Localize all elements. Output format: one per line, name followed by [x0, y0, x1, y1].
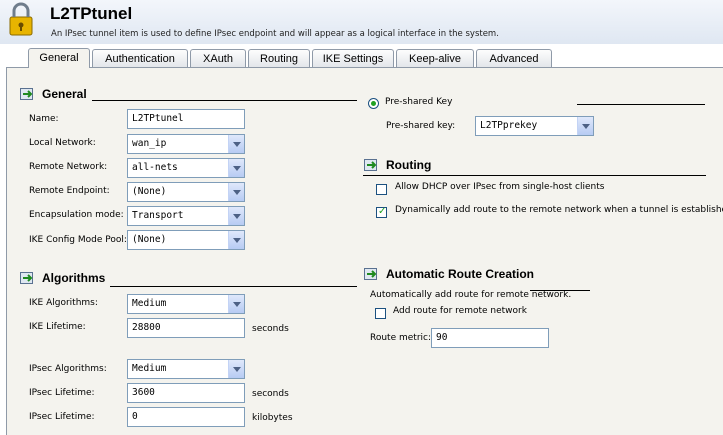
- ipsec-lifetime-kb-unit: kilobytes: [252, 413, 293, 423]
- section-divider: [110, 286, 357, 287]
- chevron-down-icon[interactable]: [228, 231, 244, 249]
- remote-endpoint-label: Remote Endpoint:: [29, 186, 110, 196]
- chevron-down-icon[interactable]: [577, 117, 593, 135]
- allow-dhcp-checkbox[interactable]: [376, 184, 387, 195]
- ike-lifetime-label: IKE Lifetime:: [29, 322, 86, 332]
- remote-endpoint-select[interactable]: (None): [127, 182, 245, 202]
- remote-endpoint-value: (None): [132, 186, 167, 197]
- ipsec-lifetime-unit: seconds: [252, 389, 289, 399]
- chevron-down-icon[interactable]: [228, 159, 244, 177]
- section-divider: [363, 175, 706, 176]
- pre-shared-key-select[interactable]: L2TPprekey: [475, 116, 594, 136]
- chevron-down-icon[interactable]: [228, 360, 244, 378]
- chevron-down-icon[interactable]: [228, 207, 244, 225]
- encapsulation-label: Encapsulation mode:: [29, 210, 124, 220]
- dynamic-route-checkbox[interactable]: ✓: [376, 206, 387, 218]
- ipsec-tunnel-icon: [9, 2, 33, 36]
- remote-network-value: all-nets: [132, 162, 178, 173]
- dynamic-route-label: Dynamically add route to the remote netw…: [395, 205, 723, 215]
- tab-authentication[interactable]: Authentication: [92, 49, 188, 67]
- encapsulation-value: Transport: [132, 210, 184, 221]
- ipsec-algorithms-value: Medium: [132, 363, 167, 374]
- name-input[interactable]: L2TPtunel: [127, 109, 245, 129]
- chevron-down-icon[interactable]: [228, 135, 244, 153]
- ike-algorithms-value: Medium: [132, 298, 167, 309]
- ipsec-lifetime-input[interactable]: 3600: [127, 383, 245, 403]
- name-label: Name:: [29, 114, 59, 124]
- add-route-checkbox[interactable]: [375, 308, 386, 319]
- tab-routing[interactable]: Routing: [248, 49, 310, 67]
- chevron-down-icon[interactable]: [228, 295, 244, 313]
- pre-shared-key-value: L2TPprekey: [480, 120, 538, 131]
- section-arrow-icon: [20, 88, 33, 100]
- ipsec-algorithms-label: IPsec Algorithms:: [29, 364, 107, 374]
- ike-lifetime-input[interactable]: 28800: [127, 318, 245, 338]
- section-title-auto-route: Automatic Route Creation: [386, 267, 535, 281]
- ipsec-lifetime-label: IPsec Lifetime:: [29, 388, 95, 398]
- local-network-label: Local Network:: [29, 138, 96, 148]
- ike-config-pool-label: IKE Config Mode Pool:: [29, 235, 127, 245]
- route-metric-input[interactable]: 90: [431, 328, 549, 348]
- section-divider: [92, 100, 357, 101]
- checkmark-icon: ✓: [378, 206, 387, 217]
- tab-advanced[interactable]: Advanced: [476, 49, 552, 67]
- page-subtitle: An IPsec tunnel item is used to define I…: [51, 29, 499, 39]
- tab-content-panel: [6, 67, 723, 435]
- ipsec-algorithms-select[interactable]: Medium: [127, 359, 245, 379]
- ike-algorithms-select[interactable]: Medium: [127, 294, 245, 314]
- route-metric-label: Route metric:: [370, 333, 432, 343]
- section-title-general: General: [42, 87, 87, 101]
- tab-keep-alive[interactable]: Keep-alive: [396, 49, 474, 67]
- tab-ike-settings[interactable]: IKE Settings: [312, 49, 394, 67]
- radio-selected-dot: [371, 101, 376, 106]
- section-arrow-icon: [364, 159, 377, 171]
- ike-lifetime-unit: seconds: [252, 324, 289, 334]
- ike-config-pool-value: (None): [132, 234, 167, 245]
- auto-route-description: Automatically add route for remote netwo…: [370, 290, 572, 300]
- pre-shared-key-radio[interactable]: [368, 98, 379, 109]
- section-title-algorithms: Algorithms: [42, 271, 106, 285]
- tab-xauth[interactable]: XAuth: [190, 49, 246, 67]
- local-network-select[interactable]: wan_ip: [127, 134, 245, 154]
- tab-general[interactable]: General: [28, 48, 90, 68]
- allow-dhcp-label: Allow DHCP over IPsec from single-host c…: [395, 182, 605, 192]
- ike-config-pool-select[interactable]: (None): [127, 230, 245, 250]
- section-divider: [577, 104, 705, 105]
- ipsec-lifetime-kb-label: IPsec Lifetime:: [29, 412, 95, 422]
- local-network-value: wan_ip: [132, 138, 167, 149]
- pre-shared-key-radio-label: Pre-shared Key: [385, 97, 453, 107]
- remote-network-select[interactable]: all-nets: [127, 158, 245, 178]
- ike-algorithms-label: IKE Algorithms:: [29, 298, 98, 308]
- pre-shared-key-label: Pre-shared key:: [386, 121, 456, 131]
- section-arrow-icon: [20, 272, 33, 284]
- ipsec-lifetime-kb-input[interactable]: 0: [127, 407, 245, 427]
- chevron-down-icon[interactable]: [228, 183, 244, 201]
- remote-network-label: Remote Network:: [29, 162, 108, 172]
- add-route-label: Add route for remote network: [393, 306, 527, 316]
- section-arrow-icon: [364, 268, 377, 280]
- encapsulation-select[interactable]: Transport: [127, 206, 245, 226]
- section-title-routing: Routing: [386, 158, 432, 172]
- page-title: L2TPtunel: [50, 4, 133, 23]
